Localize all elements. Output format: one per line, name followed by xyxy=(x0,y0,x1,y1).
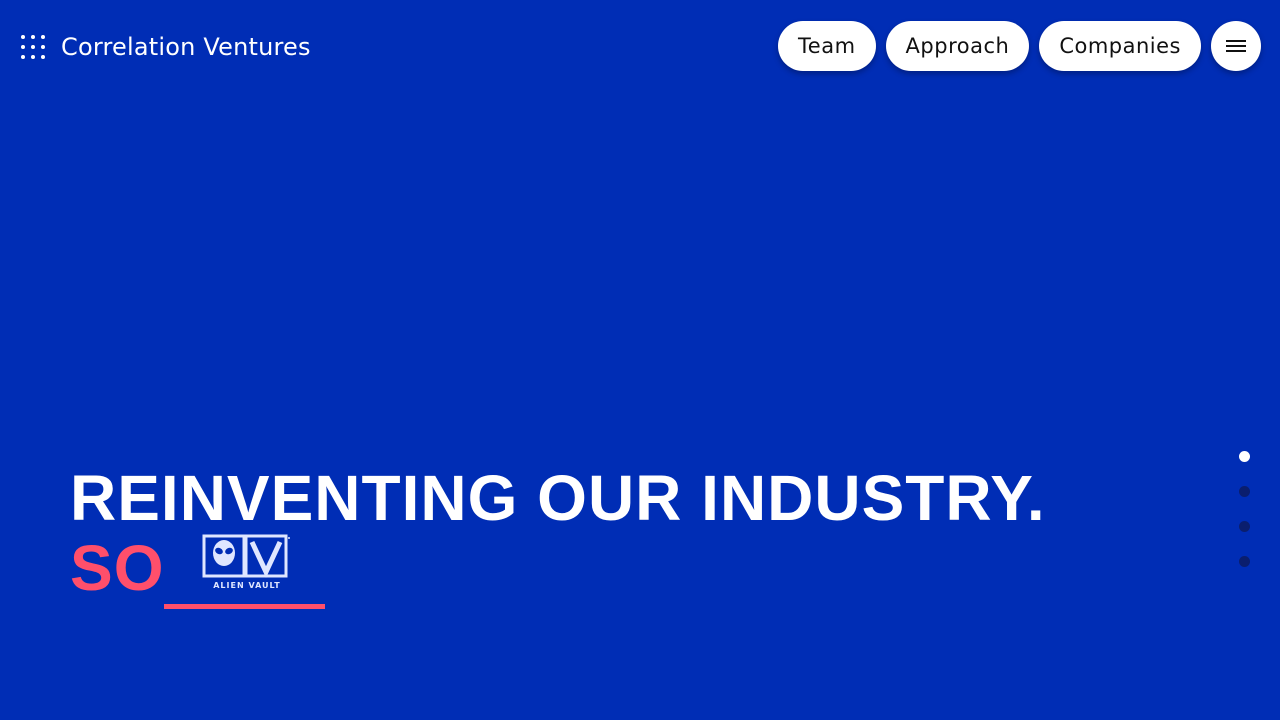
hero-subheading: SO ALIEN VAULT xyxy=(70,532,370,612)
dot-grid-logo-icon xyxy=(18,32,48,62)
brand-name: Correlation Ventures xyxy=(61,33,311,61)
alien-vault-logo[interactable]: ALIEN VAULT xyxy=(202,534,292,596)
hero-heading: REINVENTING OUR INDUSTRY. xyxy=(70,462,1046,534)
slide-pagination xyxy=(1239,451,1251,591)
hamburger-menu-icon xyxy=(1226,40,1246,52)
nav-team-button[interactable]: Team xyxy=(778,21,876,71)
nav-approach-button[interactable]: Approach xyxy=(885,21,1030,71)
slide-dot-4[interactable] xyxy=(1239,556,1250,567)
company-name: ALIEN VAULT xyxy=(213,581,281,590)
nav-companies-button[interactable]: Companies xyxy=(1039,21,1201,71)
slide-dot-3[interactable] xyxy=(1239,521,1250,532)
menu-button[interactable] xyxy=(1211,21,1261,71)
brand-logo-link[interactable]: Correlation Ventures xyxy=(18,31,311,63)
main-nav: Team Approach Companies xyxy=(768,21,1261,71)
alien-head-icon xyxy=(202,534,290,578)
hero-prefix: SO xyxy=(70,532,165,604)
hero-section: REINVENTING OUR INDUSTRY. SO ALIEN VAULT xyxy=(70,462,1046,609)
slide-dot-1[interactable] xyxy=(1239,451,1250,462)
hero-underline xyxy=(164,604,325,609)
slide-dot-2[interactable] xyxy=(1239,486,1250,497)
